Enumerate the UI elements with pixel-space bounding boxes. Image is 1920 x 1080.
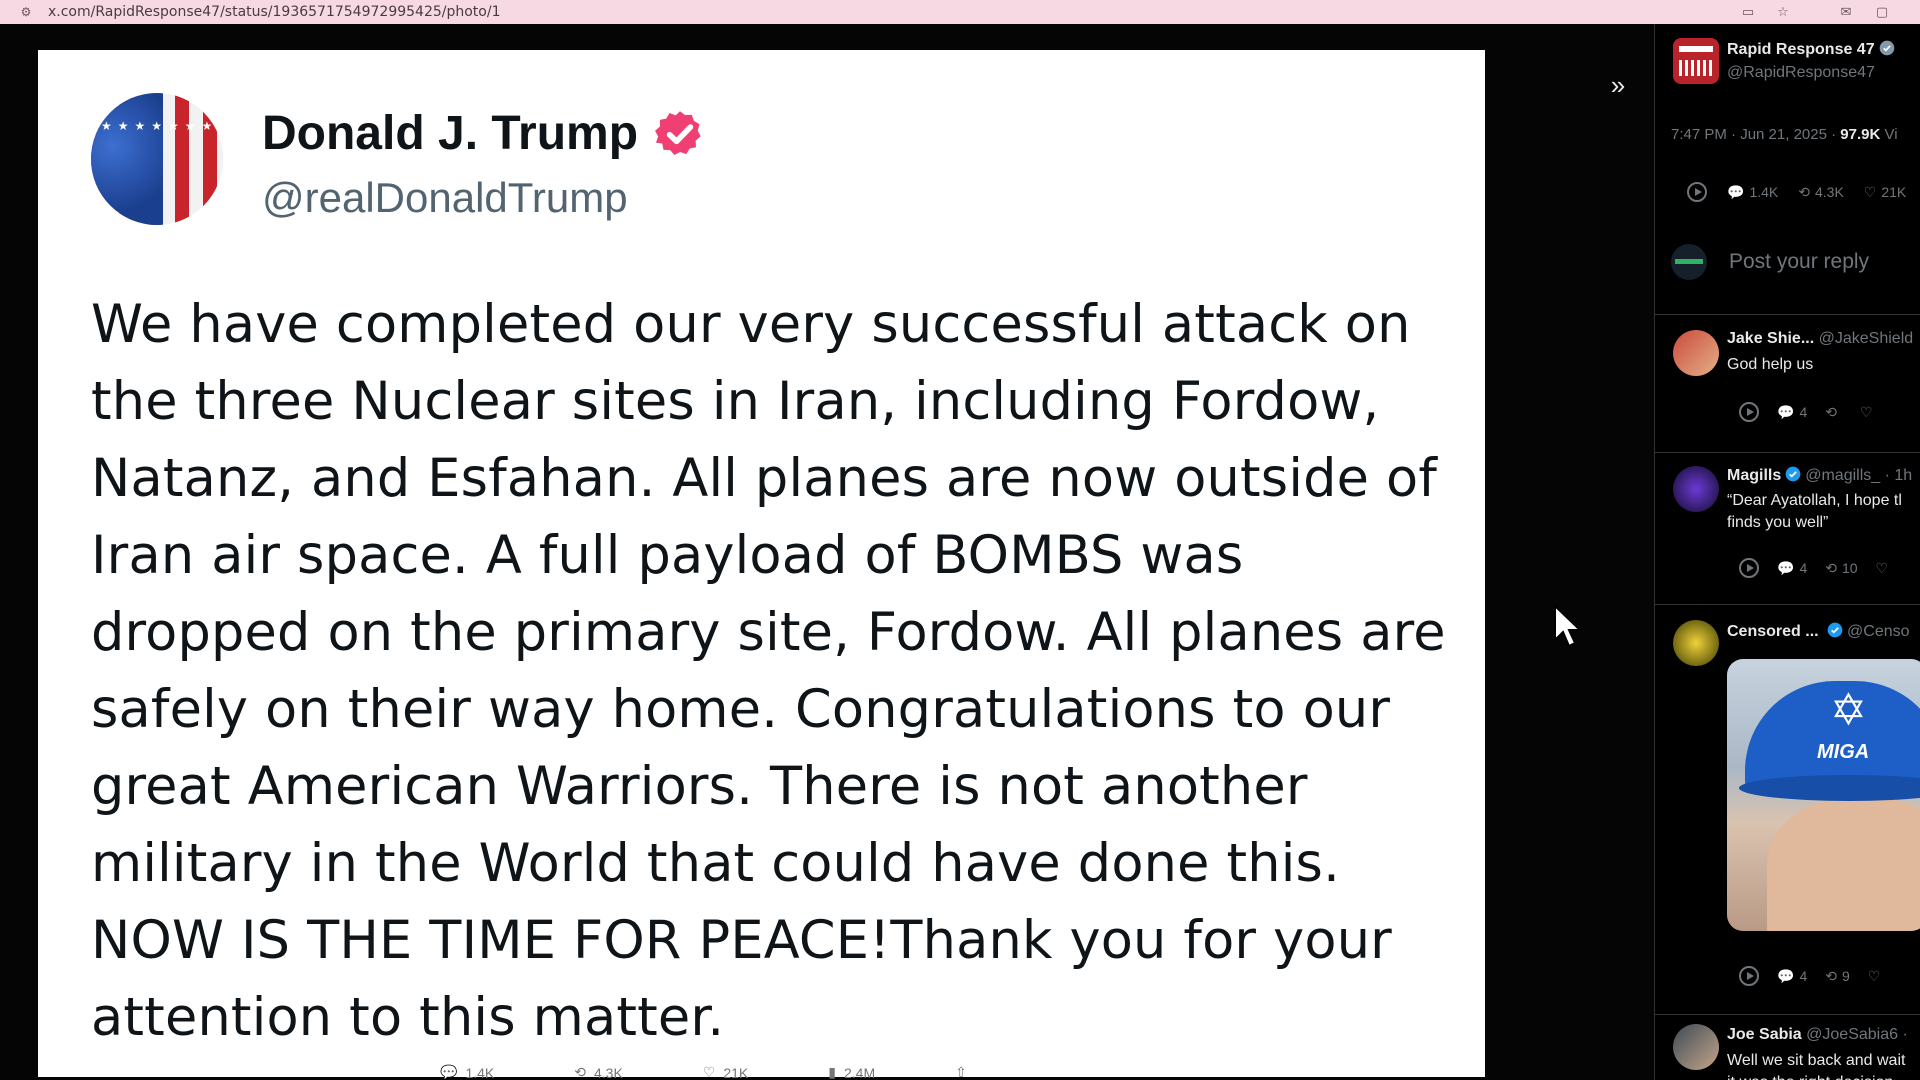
like-action[interactable]: ♡ — [1868, 966, 1881, 986]
magills-avatar[interactable] — [1673, 466, 1719, 512]
rapid-response-avatar[interactable] — [1673, 38, 1719, 84]
play-icon[interactable] — [1739, 966, 1759, 986]
divider — [1655, 1014, 1920, 1015]
post-timestamp: 7:47 PM · Jun 21, 2025 · 97.9K Vi — [1671, 126, 1898, 143]
repost-action[interactable]: ⟲ 9 — [1825, 966, 1850, 986]
reply-media-image[interactable]: ✡ MIGA — [1727, 659, 1920, 931]
reply-text-line2: it was the right decision — [1727, 1072, 1893, 1080]
reply-author[interactable]: Jake Shie... @JakeShield — [1727, 330, 1913, 348]
post-stats-bar: 💬 1.4K ⟲ 4.3K ♡ 21K ▮ 2.4M ⇧ — [440, 1064, 967, 1080]
view-count[interactable]: ▮ 2.4M — [828, 1064, 875, 1080]
post-author-handle[interactable]: @RapidResponse47 — [1727, 64, 1875, 82]
reply-author[interactable]: Censored ... @Censo — [1727, 622, 1910, 641]
censored-avatar[interactable] — [1673, 620, 1719, 666]
replies-sidebar: Rapid Response 47 @RapidResponse47 7:47 … — [1654, 24, 1920, 1080]
reply-input-placeholder[interactable]: Post your reply — [1729, 250, 1869, 274]
divider — [1655, 452, 1920, 453]
reply-composer[interactable]: Post your reply — [1671, 244, 1869, 280]
main-post-actions: 💬 1.4K ⟲ 4.3K ♡ 21K — [1687, 182, 1906, 202]
divider — [1655, 314, 1920, 315]
reply-action[interactable]: 💬 4 — [1777, 558, 1807, 578]
url-text[interactable]: x.com/RapidResponse47/status/19365717549… — [48, 4, 1748, 20]
bookmark-star-icon[interactable]: ☆ — [1773, 2, 1793, 22]
author-avatar: ★★★★★★★★★★★★ — [91, 93, 223, 225]
jake-avatar[interactable] — [1673, 330, 1719, 376]
user-avatar — [1671, 244, 1707, 280]
like-action[interactable]: ♡ — [1860, 402, 1873, 422]
reply-author[interactable]: Magills @magills_ · 1h — [1727, 466, 1912, 485]
repost-action[interactable]: ⟲ — [1825, 402, 1842, 422]
repost-action[interactable]: ⟲ 4.3K — [1798, 182, 1844, 202]
reply-action[interactable]: 💬 4 — [1777, 402, 1807, 422]
reply-text-line2: finds you well” — [1727, 514, 1829, 531]
like-action[interactable]: ♡ — [1876, 558, 1889, 578]
tweet-screenshot-image: ★★★★★★★★★★★★ Donald J. Trump @realDonald… — [38, 50, 1485, 1077]
reply-action[interactable]: 💬 4 — [1777, 966, 1807, 986]
post-body-text: We have completed our very successful at… — [91, 294, 1446, 1048]
collapse-sidebar-button[interactable]: » — [1600, 68, 1636, 104]
browser-address-bar[interactable]: ⚙ x.com/RapidResponse47/status/193657175… — [0, 0, 1920, 24]
repost-count[interactable]: ⟲ 4.3K — [574, 1064, 623, 1080]
screen-share-icon[interactable]: ▭ — [1738, 2, 1758, 22]
play-icon[interactable] — [1739, 402, 1759, 422]
reply-text-line1: “Dear Ayatollah, I hope tl — [1727, 492, 1902, 509]
reply-actions: 💬 4 ⟲ 10 ♡ — [1739, 558, 1888, 578]
play-icon[interactable] — [1739, 558, 1759, 578]
author-name: Donald J. Trump — [262, 106, 706, 161]
mouse-cursor-icon — [1553, 603, 1583, 653]
reply-author[interactable]: Joe Sabia @JoeSabia6 · — [1727, 1026, 1908, 1044]
reply-action[interactable]: 💬 1.4K — [1727, 182, 1778, 202]
media-viewer: ★★★★★★★★★★★★ Donald J. Trump @realDonald… — [0, 24, 1654, 1080]
extension-icon[interactable]: ✉ — [1836, 2, 1856, 22]
reply-actions: 💬 4 ⟲ ♡ — [1739, 402, 1873, 422]
divider — [1655, 604, 1920, 605]
window-icon[interactable]: ▢ — [1872, 2, 1892, 22]
reply-text: God help us — [1727, 356, 1814, 373]
reply-actions: 💬 4 ⟲ 9 ♡ — [1739, 966, 1880, 986]
joe-sabia-avatar[interactable] — [1673, 1024, 1719, 1070]
like-action[interactable]: ♡ 21K — [1864, 182, 1906, 202]
like-count[interactable]: ♡ 21K — [703, 1064, 748, 1080]
play-icon[interactable] — [1687, 182, 1707, 202]
verified-badge-icon — [655, 110, 701, 155]
site-info-icon[interactable]: ⚙ — [18, 4, 34, 20]
verified-badge-icon — [1827, 622, 1843, 638]
verified-badge-icon — [1785, 466, 1801, 482]
reply-count[interactable]: 💬 1.4K — [440, 1064, 494, 1080]
repost-action[interactable]: ⟲ 10 — [1825, 558, 1857, 578]
author-handle: @realDonaldTrump — [262, 174, 628, 221]
verified-badge-icon — [1879, 40, 1894, 56]
cap-lettering: MIGA — [1817, 741, 1870, 763]
reply-text-line1: Well we sit back and wait — [1727, 1052, 1906, 1069]
star-of-david-icon: ✡ — [1830, 686, 1867, 735]
post-author-name[interactable]: Rapid Response 47 — [1727, 40, 1899, 59]
share-icon[interactable]: ⇧ — [955, 1064, 967, 1080]
